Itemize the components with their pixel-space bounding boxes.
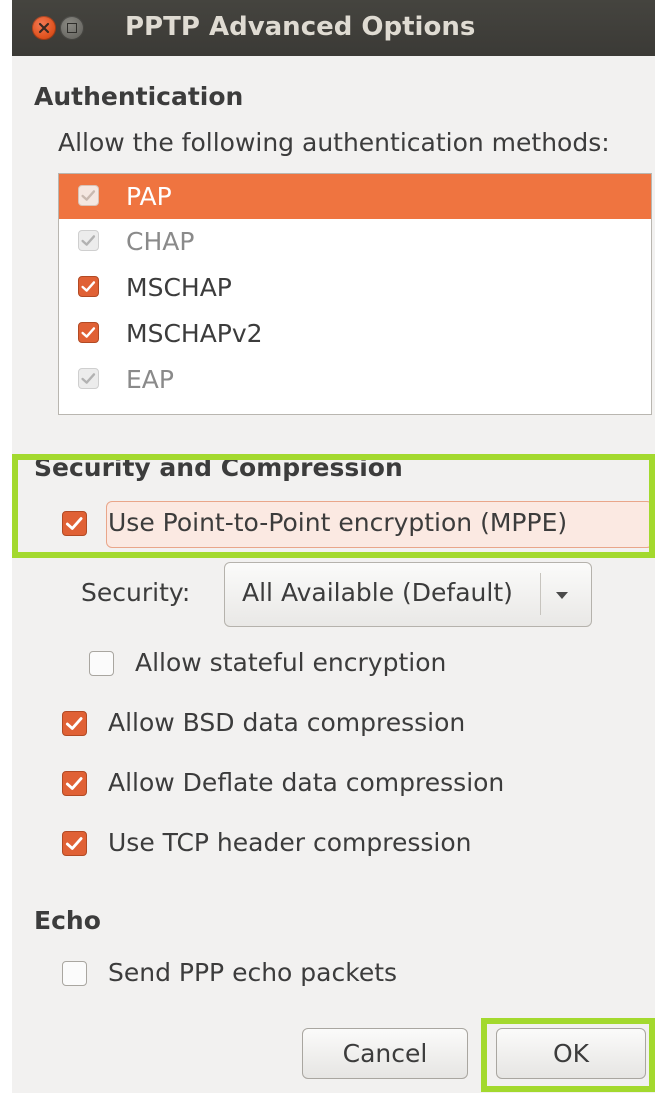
auth-method-chap[interactable]: CHAP xyxy=(59,219,651,264)
tcp-label: Use TCP header compression xyxy=(108,828,472,857)
chap-checkbox[interactable] xyxy=(78,230,99,251)
stateful-label: Allow stateful encryption xyxy=(135,648,447,677)
mppe-checkbox[interactable] xyxy=(62,511,87,536)
echo-title: Echo xyxy=(34,906,101,935)
chap-label: CHAP xyxy=(126,227,195,256)
security-select[interactable]: All Available (Default) xyxy=(224,562,592,627)
auth-method-eap[interactable]: EAP xyxy=(59,357,651,402)
stateful-checkbox[interactable] xyxy=(89,651,114,676)
pap-label: PAP xyxy=(126,182,172,211)
send-echo-checkbox[interactable] xyxy=(62,961,87,986)
maximize-icon[interactable] xyxy=(60,16,84,40)
pap-checkbox[interactable] xyxy=(78,185,99,206)
select-separator xyxy=(540,573,541,615)
authentication-prompt: Allow the following authentication metho… xyxy=(58,128,610,157)
auth-method-pap[interactable]: PAP xyxy=(59,174,651,219)
bsd-checkbox[interactable] xyxy=(62,711,87,736)
security-label: Security: xyxy=(81,578,191,607)
mschap-checkbox[interactable] xyxy=(78,276,99,297)
eap-label: EAP xyxy=(126,365,174,394)
mschapv2-checkbox[interactable] xyxy=(78,322,99,343)
deflate-checkbox[interactable] xyxy=(62,771,87,796)
send-echo-label: Send PPP echo packets xyxy=(108,958,398,987)
mppe-label: Use Point-to-Point encryption (MPPE) xyxy=(108,508,568,537)
chevron-down-icon xyxy=(556,592,568,599)
pptp-advanced-options-dialog: PPTP Advanced Options Authentication All… xyxy=(12,0,655,1093)
eap-checkbox[interactable] xyxy=(78,368,99,389)
mschap-label: MSCHAP xyxy=(126,273,232,302)
security-title: Security and Compression xyxy=(34,453,403,482)
security-select-value: All Available (Default) xyxy=(242,578,513,607)
ok-button[interactable]: OK xyxy=(496,1028,646,1079)
cancel-button[interactable]: Cancel xyxy=(302,1028,468,1079)
title-bar: PPTP Advanced Options xyxy=(12,0,655,56)
window-title: PPTP Advanced Options xyxy=(125,12,476,42)
auth-method-mschapv2[interactable]: MSCHAPv2 xyxy=(59,311,651,356)
mschapv2-label: MSCHAPv2 xyxy=(126,319,263,348)
bsd-label: Allow BSD data compression xyxy=(108,708,466,737)
auth-method-mschap[interactable]: MSCHAP xyxy=(59,265,651,310)
close-icon[interactable] xyxy=(32,16,56,40)
tcp-checkbox[interactable] xyxy=(62,831,87,856)
authentication-title: Authentication xyxy=(34,82,244,111)
deflate-label: Allow Deflate data compression xyxy=(108,768,505,797)
authentication-methods-list: PAP CHAP MSCHAP MSCHAPv2 EAP xyxy=(58,173,652,415)
